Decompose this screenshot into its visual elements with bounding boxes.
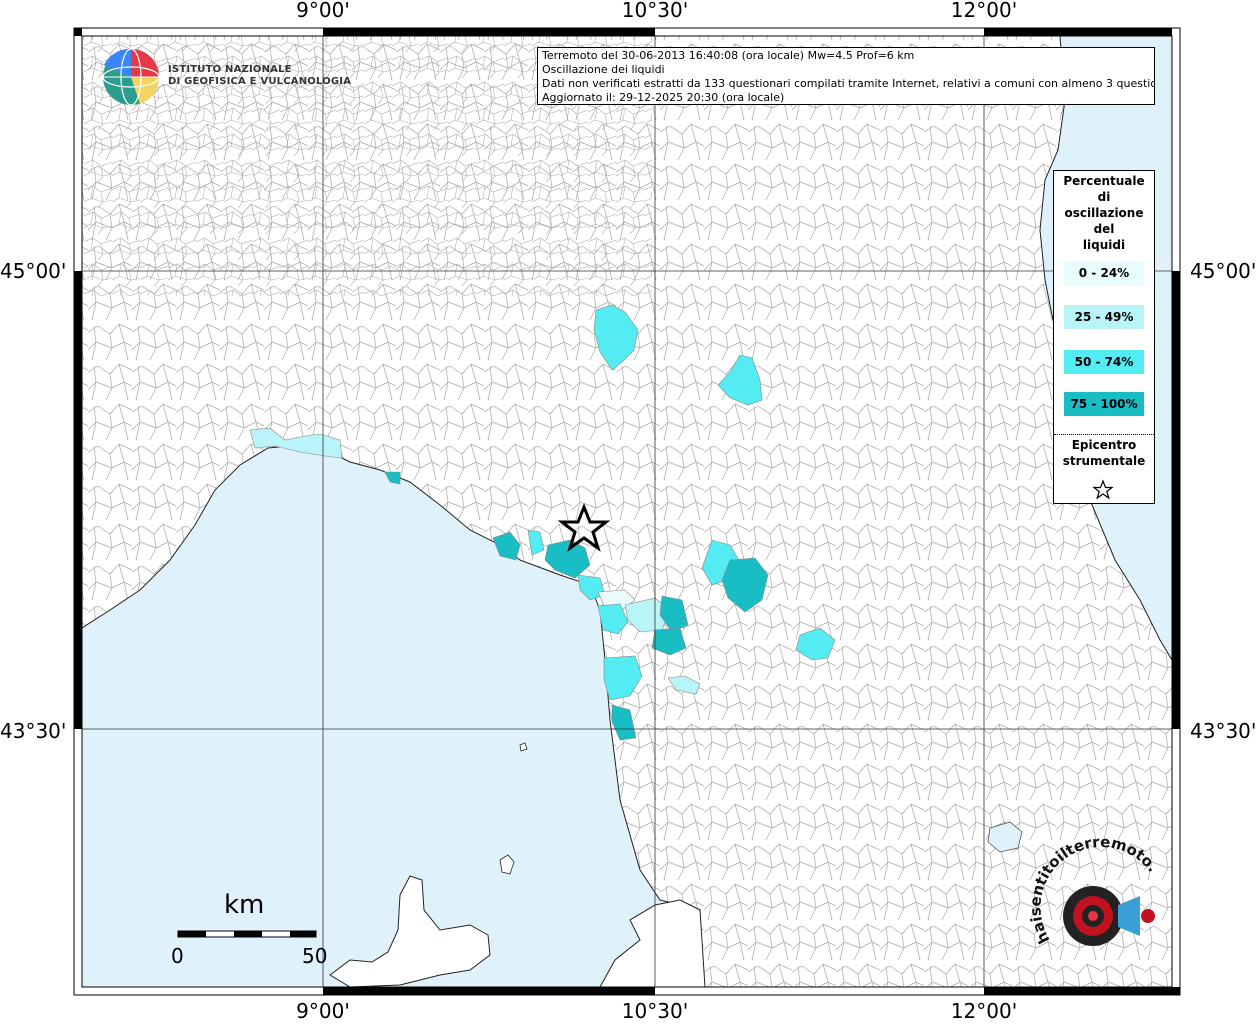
legend-epicenter-line: strumentale xyxy=(1062,454,1146,468)
event-info-box: Terremoto del 30-06-2013 16:40:08 (ora l… xyxy=(537,47,1155,105)
data-note: Dati non verificati estratti da 133 ques… xyxy=(542,77,1155,90)
ingv-name-line1: ISTITUTO NAZIONALE xyxy=(168,64,292,75)
lon-bottom-label: 9°00' xyxy=(296,999,350,1023)
star-icon xyxy=(1092,479,1114,500)
lon-top-label: 12°00' xyxy=(951,0,1017,22)
lat-right-label: 45°00' xyxy=(1190,259,1256,283)
lat-left-label: 43°30' xyxy=(0,719,66,743)
lon-bottom-label: 10°30' xyxy=(622,999,688,1023)
legend: Percentuale di oscillazione del liquidi … xyxy=(1053,170,1155,504)
ingv-name: ISTITUTO NAZIONALE DI GEOFISICA E VULCAN… xyxy=(168,64,351,88)
legend-title: Percentuale di oscillazione del liquidi xyxy=(1054,173,1154,253)
event-title: Terremoto del 30-06-2013 16:40:08 (ora l… xyxy=(542,49,915,62)
legend-item-75-100: 75 - 100% xyxy=(1064,392,1144,416)
scale-start-label: 0 xyxy=(171,944,184,968)
scale-bar xyxy=(177,930,317,938)
ingv-logo xyxy=(102,48,160,106)
lon-top-label: 9°00' xyxy=(296,0,350,22)
legend-item-25-49: 25 - 49% xyxy=(1064,305,1144,329)
scale-end-label: 50 xyxy=(302,944,328,968)
legend-item-0-24: 0 - 24% xyxy=(1064,261,1144,285)
legend-epicenter-line: Epicentro xyxy=(1071,438,1137,452)
map-subject: Oscillazione dei liquidi xyxy=(542,63,665,76)
legend-title-line: del xyxy=(1093,222,1115,236)
legend-title-line: oscillazione xyxy=(1064,206,1144,220)
legend-epicenter-label: Epicentro strumentale xyxy=(1054,437,1154,469)
scale-unit-label: km xyxy=(224,890,265,920)
lat-right-label: 43°30' xyxy=(1190,719,1256,743)
intensity-map: 9°00' 10°30' 12°00' 9°00' 10°30' 12°00' … xyxy=(0,0,1256,1024)
lat-left-label: 45°00' xyxy=(0,259,66,283)
lon-top-label: 10°30' xyxy=(622,0,688,22)
legend-title-line: Percentuale xyxy=(1063,174,1145,188)
legend-item-50-74: 50 - 74% xyxy=(1064,350,1144,374)
lon-bottom-label: 12°00' xyxy=(951,999,1017,1023)
ingv-name-line2: DI GEOFISICA E VULCANOLOGIA xyxy=(168,76,352,87)
legend-title-line: liquidi xyxy=(1082,238,1126,252)
legend-title-line: di xyxy=(1097,190,1111,204)
legend-divider xyxy=(1054,434,1154,435)
update-time: Aggiornato il: 29-12-2025 20:30 (ora loc… xyxy=(542,91,785,104)
